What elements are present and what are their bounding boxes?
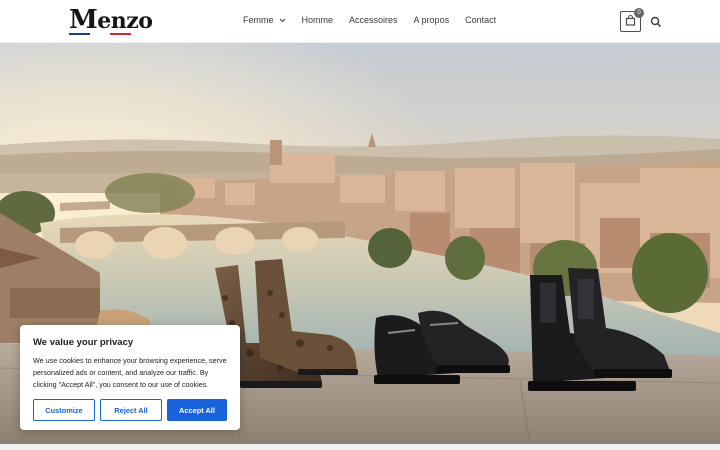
nav-item-homme[interactable]: Homme — [302, 15, 334, 25]
cart-button[interactable]: 0 — [620, 8, 644, 32]
nav-label: Homme — [301, 15, 334, 25]
shopping-bag-icon — [625, 14, 636, 29]
accept-all-button[interactable]: Accept All — [166, 399, 228, 421]
customize-button[interactable]: Customize — [33, 399, 95, 421]
logo-wordmark: Menzo — [69, 7, 153, 34]
logo-flag-stripe — [69, 33, 132, 35]
cookie-button-group: Customize Reject All Accept All — [33, 399, 228, 421]
site-logo[interactable]: Menzo — [69, 7, 153, 35]
nav-item-femme[interactable]: Femme — [243, 15, 286, 25]
cart-count-badge: 0 — [634, 8, 644, 18]
cookie-text: We use cookies to enhance your browsing … — [33, 356, 227, 389]
chevron-down-icon — [279, 16, 286, 25]
nav-item-contact[interactable]: Contact — [465, 15, 496, 25]
nav-item-a-propos[interactable]: A propos — [414, 15, 450, 25]
flag-blue — [69, 33, 90, 35]
search-button[interactable] — [650, 15, 662, 28]
logo-initial: M — [69, 5, 98, 35]
reject-all-button[interactable]: Reject All — [99, 399, 162, 421]
flag-white — [89, 33, 111, 35]
cookie-title: We value your privacy — [33, 337, 134, 348]
nav-label: Accessoires — [349, 15, 398, 25]
cookie-banner: We value your privacy We use cookies to … — [20, 325, 240, 430]
site-header: Menzo Femme Homme Accessoires A propos C… — [0, 0, 720, 43]
search-icon — [650, 15, 662, 32]
logo-rest: enzo — [97, 8, 153, 34]
bottom-strip — [0, 444, 720, 450]
nav-label: Contact — [465, 15, 497, 25]
main-nav: Femme Homme Accessoires A propos Contact — [243, 15, 512, 25]
nav-item-accessoires[interactable]: Accessoires — [349, 15, 398, 25]
flag-red — [110, 33, 132, 35]
nav-label: Femme — [243, 15, 274, 25]
nav-label: A propos — [413, 15, 450, 25]
